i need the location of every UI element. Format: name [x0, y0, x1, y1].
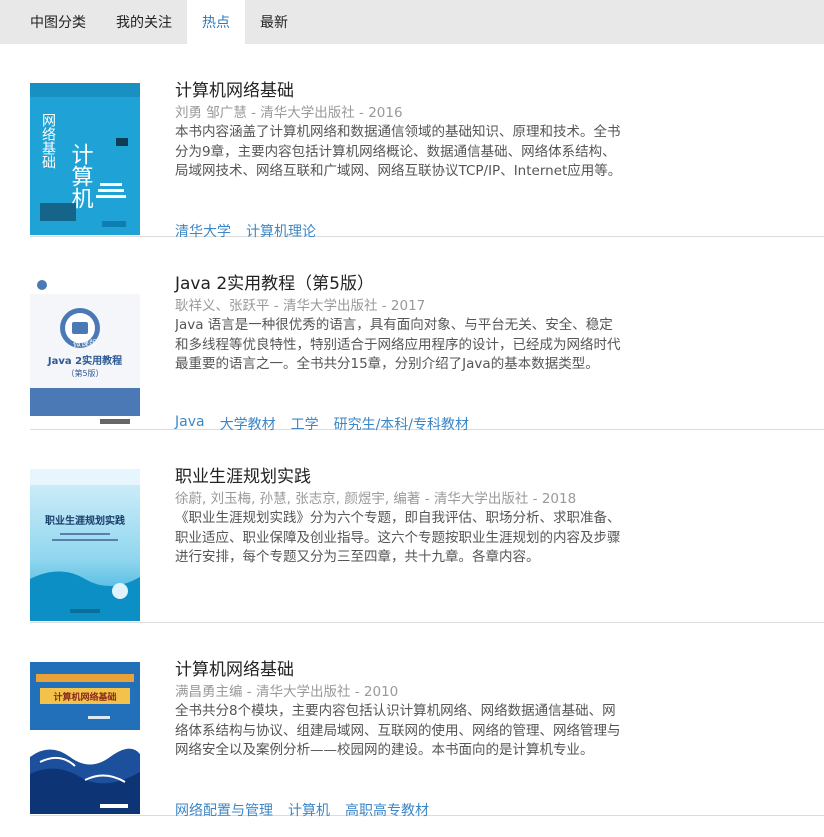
cover-badge: 微课版 [73, 338, 97, 348]
book-item[interactable]: 计算机网络基础 计算机网络基础 满昌勇主编 - 清华大学出版社 - 2010 全… [30, 623, 824, 819]
book-cover[interactable]: 计算机网络基础 [30, 662, 140, 814]
book-title[interactable]: Java 2实用教程（第5版） [175, 269, 374, 294]
cover-title-side: 网络基础 [40, 113, 56, 169]
book-meta: 满昌勇主编 - 清华大学出版社 - 2010 [175, 684, 399, 700]
cover-title-main: Java 2实用教程 [47, 354, 122, 367]
book-item[interactable]: 计算机 网络基础 计算机网络基础 刘勇 邹广慧 - 清华大学出版社 - 2016… [30, 44, 824, 240]
tab-bar: 中图分类 我的关注 热点 最新 [0, 0, 824, 44]
tab-latest[interactable]: 最新 [245, 0, 303, 44]
book-meta: 耿祥义、张跃平 - 清华大学出版社 - 2017 [175, 298, 426, 314]
book-meta: 徐蔚, 刘玉梅, 孙慧, 张志京, 颜煜宇, 编著 - 清华大学出版社 - 20… [175, 491, 577, 507]
book-item[interactable]: 微课版 Java 2实用教程 （第5版） Java 2实用教程（第5版） 耿祥义… [30, 237, 824, 433]
book-cover[interactable]: 职业生涯规划实践 [30, 469, 140, 621]
tab-my-follows[interactable]: 我的关注 [101, 0, 187, 44]
book-item[interactable]: 职业生涯规划实践 职业生涯规划实践 徐蔚, 刘玉梅, 孙慧, 张志京, 颜煜宇,… [30, 430, 824, 623]
book-description: 全书共分8个模块，主要内容包括认识计算机网络、网络数据通信基础、网络体系结构与协… [175, 703, 621, 758]
book-description: 本书内容涵盖了计算机网络和数据通信领域的基础知识、原理和技术。全书分为9章，主要… [175, 124, 622, 179]
book-description: 《职业生涯规划实践》分为六个专题，即自我评估、职场分析、求职准备、职业适应、职业… [175, 510, 621, 565]
book-cover[interactable]: 计算机 网络基础 [30, 83, 140, 235]
tab-classification[interactable]: 中图分类 [0, 0, 101, 44]
tab-hot[interactable]: 热点 [187, 0, 245, 44]
book-meta: 刘勇 邹广慧 - 清华大学出版社 - 2016 [175, 105, 403, 121]
cover-title-main: 计算机网络基础 [53, 691, 116, 703]
book-title[interactable]: 职业生涯规划实践 [175, 462, 311, 487]
book-cover[interactable]: 微课版 Java 2实用教程 （第5版） [30, 276, 140, 428]
book-title[interactable]: 计算机网络基础 [175, 76, 294, 101]
book-tag[interactable]: 高职高专教材 [345, 800, 429, 820]
book-tag[interactable]: 计算机 [288, 800, 330, 820]
cover-title-sub: （第5版） [66, 368, 103, 378]
cover-title-main: 计算机 [68, 143, 94, 209]
book-description: Java 语言是一种很优秀的语言，具有面向对象、与平台无关、安全、稳定和多线程等… [175, 317, 621, 372]
book-title[interactable]: 计算机网络基础 [175, 655, 294, 680]
book-tags: 网络配置与管理 计算机 高职高专教材 [175, 800, 429, 820]
cover-title-main: 职业生涯规划实践 [45, 514, 125, 527]
book-tag[interactable]: 网络配置与管理 [175, 800, 273, 820]
